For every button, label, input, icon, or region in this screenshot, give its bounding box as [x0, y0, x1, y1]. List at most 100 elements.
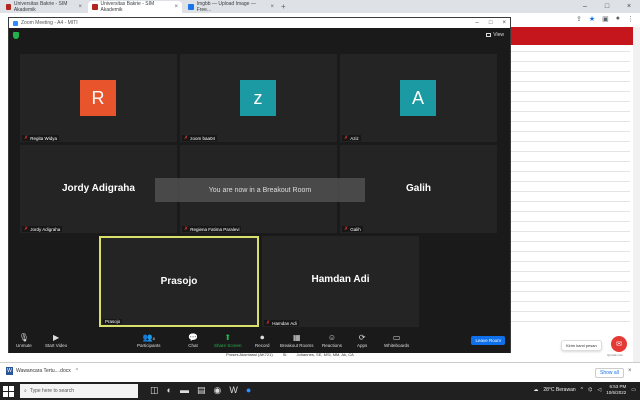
- file-explorer-icon[interactable]: ▬: [180, 385, 189, 396]
- participant-name-label: ✗ zoom baa04: [182, 135, 217, 141]
- store-icon[interactable]: ▤: [197, 385, 206, 396]
- participant-name-label: ✗ Jordy Adigraha: [22, 226, 63, 232]
- participant-name-label: ✗ Hamdan Adi: [264, 320, 299, 326]
- show-all-button[interactable]: Show all: [595, 368, 624, 378]
- word-icon[interactable]: W: [229, 385, 238, 396]
- browser-tab-1[interactable]: Universitas Bakrie - SIM Akademik ×: [2, 1, 86, 13]
- whiteboards-button[interactable]: ▭ Whiteboards: [384, 332, 409, 348]
- search-placeholder: Type here to search: [29, 388, 75, 394]
- unmute-button[interactable]: 🎙 Unmute: [16, 332, 32, 348]
- weather-text[interactable]: 28°C Berawan: [543, 387, 575, 393]
- view-button[interactable]: View: [486, 32, 504, 38]
- reactions-icon: ☺: [327, 333, 337, 342]
- record-button[interactable]: ⏺ Record: [255, 332, 270, 348]
- zoom-window-controls: – □ ×: [476, 20, 506, 26]
- bookmark-star-icon[interactable]: ★: [589, 15, 595, 23]
- view-button-label: View: [493, 32, 504, 38]
- browser-tab-2[interactable]: Universitas Bakrie - SIM Akademik ×: [88, 1, 182, 13]
- close-tab-icon[interactable]: ×: [174, 4, 178, 10]
- minimize-icon[interactable]: –: [574, 0, 596, 13]
- muted-mic-icon: ✗: [344, 226, 349, 232]
- participant-name-label: ✗ Aziz: [342, 135, 361, 141]
- record-icon: ⏺: [260, 333, 265, 342]
- participant-tile-jordy[interactable]: Jordy Adigraha ✗ Jordy Adigraha: [20, 145, 177, 233]
- browser-toolbar-icons: ⇪ ★ ▣ ● ⋮: [576, 15, 634, 23]
- zoom-titlebar: Zoom Meeting - A4 - MITI – □ ×: [9, 18, 510, 28]
- reactions-button[interactable]: ☺ Reactions: [322, 332, 342, 348]
- volume-icon[interactable]: ◁: [597, 387, 601, 393]
- clock[interactable]: 6:53 PM 10/6/2022: [606, 384, 626, 396]
- chat-button[interactable]: 💬 Chat: [188, 332, 198, 348]
- close-window-icon[interactable]: ×: [502, 20, 506, 26]
- taskbar-search-box[interactable]: ⌕ Type here to search: [20, 384, 138, 398]
- downloaded-file-item[interactable]: W Wawancara Tertu....docx ^: [6, 367, 78, 375]
- muted-mic-icon: ✗: [184, 135, 189, 141]
- security-shield-icon[interactable]: [13, 32, 19, 39]
- profile-icon[interactable]: ●: [616, 15, 620, 23]
- window-controls: – □ ×: [574, 0, 640, 13]
- zoom-app-icon[interactable]: ●: [246, 385, 251, 396]
- imgbb-favicon-icon: [188, 4, 194, 10]
- participant-display-name: Jordy Adigraha: [62, 183, 135, 194]
- participant-tile-aziz[interactable]: A ✗ Aziz: [340, 54, 497, 142]
- network-icon[interactable]: ⌬: [588, 387, 592, 393]
- start-video-button[interactable]: ▶ Start Video: [45, 332, 67, 348]
- close-tab-icon[interactable]: ×: [270, 4, 274, 10]
- chat-icon: ✉: [616, 341, 622, 348]
- apps-button[interactable]: ⟳ Apps: [357, 332, 367, 348]
- search-icon: ⌕: [24, 388, 27, 394]
- edge-icon[interactable]: ◐: [167, 385, 172, 396]
- muted-mic-icon: ✗: [266, 320, 271, 326]
- close-tab-icon[interactable]: ×: [78, 4, 82, 10]
- close-icon[interactable]: ×: [628, 368, 632, 374]
- browser-tab-label: Imgbb — Upload Image — Free...: [196, 1, 256, 13]
- muted-mic-icon: ✗: [24, 135, 29, 141]
- share-icon[interactable]: ⇪: [576, 15, 582, 23]
- university-favicon-icon: [6, 4, 11, 10]
- muted-mic-icon: ✗: [24, 226, 29, 232]
- participant-tile-zoom-baa04[interactable]: z ✗ zoom baa04: [180, 54, 337, 142]
- menu-dots-icon[interactable]: ⋮: [627, 15, 634, 23]
- new-tab-icon[interactable]: +: [281, 2, 286, 11]
- weather-icon: ☁: [533, 387, 539, 393]
- participant-tile-hamdan[interactable]: Hamdan Adi ✗ Hamdan Adi: [262, 236, 419, 327]
- leave-room-button[interactable]: Leave Room: [471, 336, 505, 345]
- extensions-icon[interactable]: ▣: [602, 15, 609, 23]
- muted-mic-icon: ✗: [184, 226, 189, 232]
- downloaded-file-name: Wawancara Tertu....docx: [16, 368, 71, 374]
- participant-tile-regita[interactable]: R ✗ Regita Widya: [20, 54, 177, 142]
- close-window-icon[interactable]: ×: [618, 0, 640, 13]
- chrome-icon[interactable]: ◉: [213, 385, 221, 396]
- participant-name-label: Prasojo: [103, 319, 123, 324]
- breakout-room-notice: You are now in a Breakout Room: [155, 178, 365, 202]
- chevron-up-icon[interactable]: ^: [76, 368, 78, 374]
- minimize-icon[interactable]: –: [476, 20, 479, 26]
- clock-date: 10/6/2022: [606, 390, 627, 395]
- participant-tile-prasojo[interactable]: Prasojo Prasojo: [99, 236, 259, 327]
- share-screen-button[interactable]: ⬆ Share Screen: [214, 332, 242, 348]
- video-off-icon: ▶: [53, 333, 60, 342]
- participant-avatar: A: [400, 80, 436, 116]
- muted-mic-icon: ✗: [344, 135, 349, 141]
- word-document-icon: W: [6, 367, 13, 375]
- tray-chevron-icon[interactable]: ^: [581, 387, 583, 393]
- browser-tabstrip: Universitas Bakrie - SIM Akademik × Univ…: [0, 0, 640, 13]
- participant-display-name: Hamdan Adi: [311, 274, 370, 285]
- breakout-rooms-button[interactable]: ▦ Breakout Rooms: [280, 332, 314, 348]
- participant-name-label: ✗ Regita Widya: [22, 135, 59, 141]
- page-scrollbar[interactable]: [633, 27, 640, 362]
- chat-provider-label: Qontak.com: [607, 353, 624, 357]
- system-tray: ☁ 28°C Berawan ^ ⌬ ◁ 6:53 PM 10/6/2022 ▭: [533, 384, 636, 396]
- task-view-icon[interactable]: ◫: [150, 385, 159, 396]
- participants-button[interactable]: 👥8 Participants: [137, 332, 161, 348]
- notifications-icon[interactable]: ▭: [631, 387, 636, 393]
- chat-launcher-button[interactable]: ✉: [611, 336, 627, 352]
- chat-bubble[interactable]: Kirim kami pesan: [561, 340, 602, 351]
- windows-start-icon[interactable]: [3, 386, 14, 397]
- browser-tab-label: Universitas Bakrie - SIM Akademik: [13, 1, 68, 13]
- maximize-icon[interactable]: □: [489, 20, 493, 26]
- zoom-meeting-toolbar: 🎙 Unmute ▶ Start Video 👥8 Participants 💬…: [9, 329, 510, 353]
- browser-tab-label: Universitas Bakrie - SIM Akademik: [100, 1, 155, 13]
- maximize-icon[interactable]: □: [596, 0, 618, 13]
- browser-tab-3[interactable]: Imgbb — Upload Image — Free... ×: [184, 1, 278, 13]
